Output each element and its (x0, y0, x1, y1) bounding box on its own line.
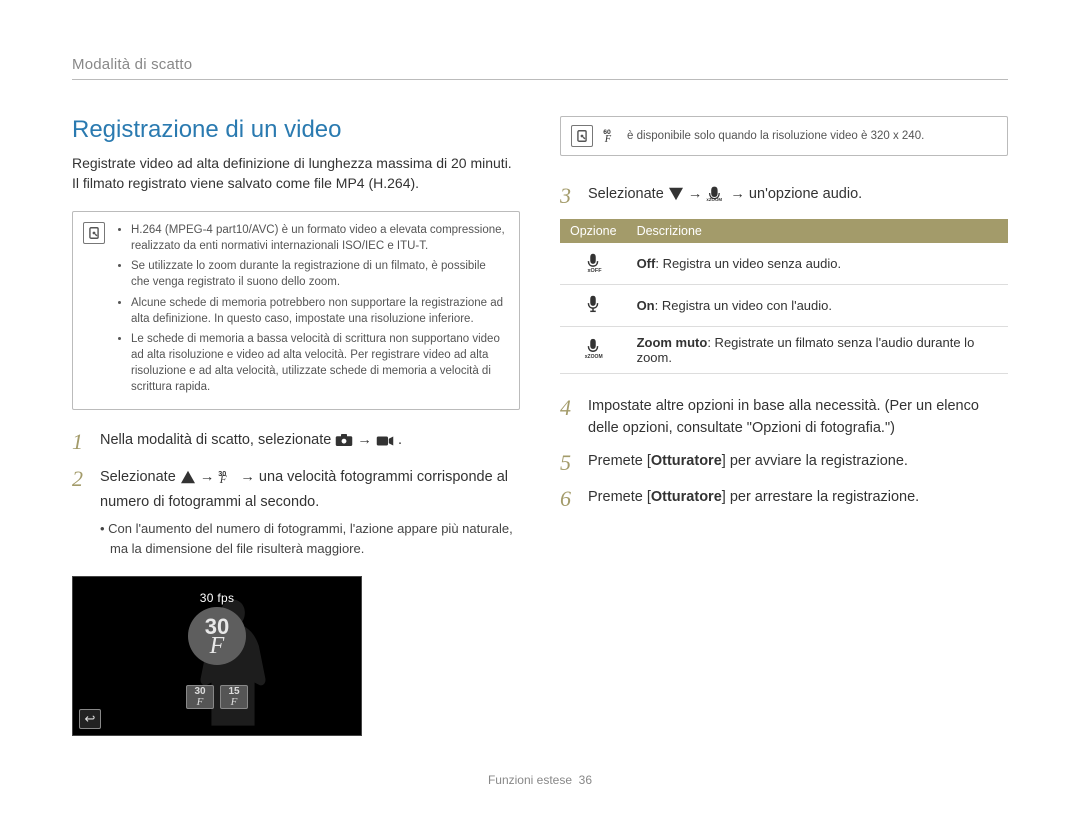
chip-number: 30 (194, 687, 205, 697)
section-header: Modalità di scatto (72, 56, 1008, 80)
step-text: ] per arrestare la registrazione. (722, 489, 919, 505)
step-number: 2 (72, 467, 88, 559)
step-text: Selezionate (100, 469, 180, 485)
table-header-option: Opzione (560, 219, 627, 243)
note-icon (571, 125, 593, 147)
step-5: 5 Premete [Otturatore] per avviare la re… (560, 451, 1008, 475)
page-footer: Funzioni estese 36 (0, 773, 1080, 787)
step-bold: Otturatore (651, 453, 722, 469)
note-item: Le schede di memoria a bassa velocità di… (131, 331, 507, 395)
fps-unit: F (210, 636, 225, 658)
step-text: → un'opzione audio. (730, 186, 862, 202)
step-text: → (200, 469, 219, 485)
step-text: Selezionate (588, 186, 668, 202)
audio-options-table: Opzione Descrizione xOFF Off: Registra u… (560, 219, 1008, 374)
step-body: Impostate altre opzioni in base alla nec… (588, 396, 1008, 440)
menu-down-icon (668, 187, 684, 209)
chip-unit: F (197, 697, 204, 708)
frame-rate-icon: 30F (218, 468, 236, 492)
note-list: H.264 (MPEG-4 part10/AVC) è un formato v… (115, 222, 507, 399)
video-icon (376, 433, 394, 455)
step-text: Premete [ (588, 453, 651, 469)
camera-preview: 30 fps 30 F 30 F 15 F ↩ (72, 576, 362, 736)
fps-option-15[interactable]: 15 F (220, 685, 248, 709)
svg-text:F: F (604, 134, 612, 143)
step-sub-note: • Con l'aumento del numero di fotogrammi… (100, 519, 520, 558)
camera-icon (335, 433, 353, 455)
note-item: Se utilizzate lo zoom durante la registr… (131, 258, 507, 290)
step-4: 4 Impostate altre opzioni in base alla n… (560, 396, 1008, 440)
step-text: ] per avviare la registrazione. (722, 453, 908, 469)
fps-options-row: 30 F 15 F (186, 685, 248, 709)
note-item: H.264 (MPEG-4 part10/AVC) è un formato v… (131, 222, 507, 254)
frame-rate-60-icon: 60F (603, 127, 621, 146)
step-text: Premete [ (588, 489, 651, 505)
step-text: → (357, 432, 376, 448)
option-label: Zoom muto (637, 335, 708, 350)
note-text: 60F è disponibile solo quando la risoluz… (603, 125, 924, 147)
audio-zoom-icon: xZOOM (706, 185, 726, 209)
step-number: 3 (560, 184, 576, 209)
step-number: 6 (560, 487, 576, 511)
note-item: Alcune schede di memoria potrebbero non … (131, 295, 507, 327)
page-title: Registrazione di un video (72, 116, 520, 144)
chip-unit: F (231, 697, 238, 708)
step-body: Nella modalità di scatto, selezionate → … (100, 430, 520, 455)
table-row: xZOOM Zoom muto: Registrate un filmato s… (560, 326, 1008, 373)
mic-zoom-mute-icon: xZOOM (560, 326, 627, 373)
back-button[interactable]: ↩ (79, 709, 101, 729)
step-bold: Otturatore (651, 489, 722, 505)
option-label: On (637, 298, 655, 313)
option-desc: Zoom muto: Registrate un filmato senza l… (627, 326, 1008, 373)
fps-label: 30 fps (200, 591, 235, 605)
menu-up-icon (180, 470, 196, 492)
note-icon (83, 222, 105, 244)
step-number: 4 (560, 396, 576, 440)
step-number: 5 (560, 451, 576, 475)
table-header-row: Opzione Descrizione (560, 219, 1008, 243)
fps-option-30[interactable]: 30 F (186, 685, 214, 709)
step-2: 2 Selezionate → 30F → una velocità fotog… (72, 467, 520, 559)
table-header-desc: Descrizione (627, 219, 1008, 243)
step-body: Selezionate → 30F → una velocità fotogra… (100, 467, 520, 559)
option-label: Off (637, 256, 656, 271)
option-rest: : Registra un video senza audio. (655, 256, 841, 271)
step-body: Premete [Otturatore] per arrestare la re… (588, 487, 1008, 511)
step-1: 1 Nella modalità di scatto, selezionate … (72, 430, 520, 455)
chip-number: 15 (228, 687, 239, 697)
note-box-left: H.264 (MPEG-4 part10/AVC) è un formato v… (72, 211, 520, 410)
right-column: 60F è disponibile solo quando la risoluz… (560, 116, 1008, 736)
step-text: → (688, 186, 707, 202)
step-body: Premete [Otturatore] per avviare la regi… (588, 451, 1008, 475)
step-text: . (398, 432, 402, 448)
fps-selected-badge: 30 F (188, 607, 246, 665)
step-body: Selezionate → xZOOM → un'opzione audio. (588, 184, 1008, 209)
option-desc: On: Registra un video con l'audio. (627, 284, 1008, 326)
note-box-right: 60F è disponibile solo quando la risoluz… (560, 116, 1008, 156)
step-6: 6 Premete [Otturatore] per arrestare la … (560, 487, 1008, 511)
step-text: Nella modalità di scatto, selezionate (100, 432, 335, 448)
footer-label: Funzioni estese (488, 773, 572, 787)
note-right-text: è disponibile solo quando la risoluzione… (627, 130, 924, 142)
intro-text: Registrate video ad alta definizione di … (72, 154, 520, 193)
option-rest: : Registra un video con l'audio. (655, 298, 832, 313)
svg-text:F: F (219, 474, 227, 484)
mic-off-icon: xOFF (560, 243, 627, 285)
svg-text:xZOOM: xZOOM (707, 197, 723, 201)
step-3: 3 Selezionate → xZOOM → un'opzione audio… (560, 184, 1008, 209)
svg-text:xOFF: xOFF (588, 268, 603, 273)
table-row: On: Registra un video con l'audio. (560, 284, 1008, 326)
mic-on-icon (560, 284, 627, 326)
left-column: Registrazione di un video Registrate vid… (72, 116, 520, 736)
footer-page-number: 36 (579, 773, 592, 787)
svg-text:xZOOM: xZOOM (585, 354, 603, 359)
step-number: 1 (72, 430, 88, 455)
table-row: xOFF Off: Registra un video senza audio. (560, 243, 1008, 285)
option-desc: Off: Registra un video senza audio. (627, 243, 1008, 285)
